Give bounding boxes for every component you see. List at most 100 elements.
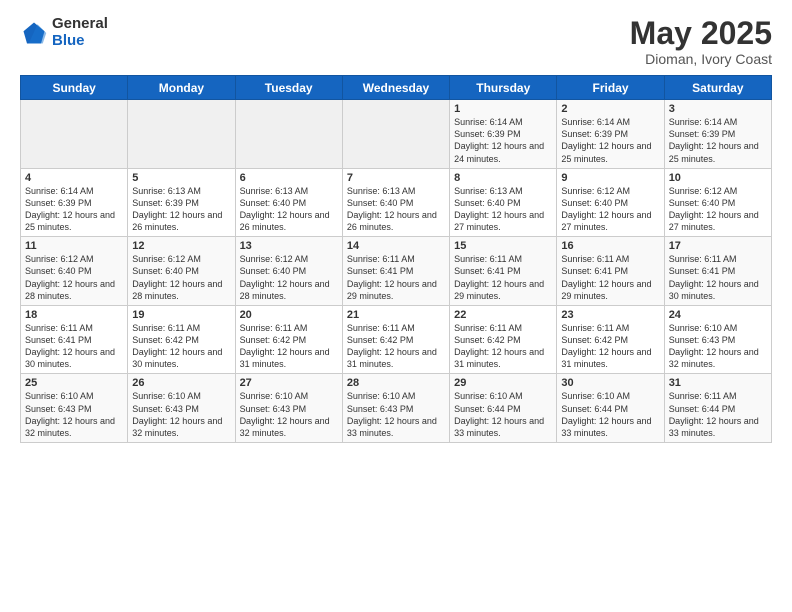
day-number: 28: [347, 377, 445, 389]
day-number: 16: [561, 240, 659, 252]
calendar-body: 1Sunrise: 6:14 AM Sunset: 6:39 PM Daylig…: [21, 100, 772, 443]
day-number: 7: [347, 172, 445, 184]
table-row: 2Sunrise: 6:14 AM Sunset: 6:39 PM Daylig…: [557, 100, 664, 169]
day-number: 31: [669, 377, 767, 389]
day-info: Sunrise: 6:11 AM Sunset: 6:42 PM Dayligh…: [240, 322, 338, 371]
logo-icon: [20, 19, 48, 47]
day-info: Sunrise: 6:13 AM Sunset: 6:40 PM Dayligh…: [240, 185, 338, 234]
day-number: 8: [454, 172, 552, 184]
day-info: Sunrise: 6:10 AM Sunset: 6:44 PM Dayligh…: [454, 390, 552, 439]
day-number: 24: [669, 309, 767, 321]
day-number: 3: [669, 103, 767, 115]
day-number: 4: [25, 172, 123, 184]
day-info: Sunrise: 6:11 AM Sunset: 6:41 PM Dayligh…: [347, 253, 445, 302]
day-info: Sunrise: 6:14 AM Sunset: 6:39 PM Dayligh…: [561, 116, 659, 165]
week-row-4: 25Sunrise: 6:10 AM Sunset: 6:43 PM Dayli…: [21, 374, 772, 443]
table-row: 22Sunrise: 6:11 AM Sunset: 6:42 PM Dayli…: [450, 305, 557, 374]
table-row: [21, 100, 128, 169]
table-row: 18Sunrise: 6:11 AM Sunset: 6:41 PM Dayli…: [21, 305, 128, 374]
day-info: Sunrise: 6:10 AM Sunset: 6:43 PM Dayligh…: [240, 390, 338, 439]
calendar-table: Sunday Monday Tuesday Wednesday Thursday…: [20, 75, 772, 443]
table-row: 12Sunrise: 6:12 AM Sunset: 6:40 PM Dayli…: [128, 237, 235, 306]
table-row: 29Sunrise: 6:10 AM Sunset: 6:44 PM Dayli…: [450, 374, 557, 443]
table-row: 10Sunrise: 6:12 AM Sunset: 6:40 PM Dayli…: [664, 168, 771, 237]
logo: General Blue: [20, 16, 108, 49]
day-info: Sunrise: 6:11 AM Sunset: 6:42 PM Dayligh…: [132, 322, 230, 371]
table-row: 6Sunrise: 6:13 AM Sunset: 6:40 PM Daylig…: [235, 168, 342, 237]
title-block: May 2025 Dioman, Ivory Coast: [630, 16, 772, 67]
day-info: Sunrise: 6:10 AM Sunset: 6:44 PM Dayligh…: [561, 390, 659, 439]
day-number: 27: [240, 377, 338, 389]
day-info: Sunrise: 6:10 AM Sunset: 6:43 PM Dayligh…: [132, 390, 230, 439]
day-info: Sunrise: 6:13 AM Sunset: 6:39 PM Dayligh…: [132, 185, 230, 234]
day-number: 18: [25, 309, 123, 321]
table-row: 14Sunrise: 6:11 AM Sunset: 6:41 PM Dayli…: [342, 237, 449, 306]
table-row: [235, 100, 342, 169]
table-row: 17Sunrise: 6:11 AM Sunset: 6:41 PM Dayli…: [664, 237, 771, 306]
day-number: 25: [25, 377, 123, 389]
table-row: 3Sunrise: 6:14 AM Sunset: 6:39 PM Daylig…: [664, 100, 771, 169]
day-number: 11: [25, 240, 123, 252]
table-row: 27Sunrise: 6:10 AM Sunset: 6:43 PM Dayli…: [235, 374, 342, 443]
col-tuesday: Tuesday: [235, 76, 342, 100]
day-info: Sunrise: 6:14 AM Sunset: 6:39 PM Dayligh…: [669, 116, 767, 165]
col-sunday: Sunday: [21, 76, 128, 100]
day-info: Sunrise: 6:12 AM Sunset: 6:40 PM Dayligh…: [240, 253, 338, 302]
col-thursday: Thursday: [450, 76, 557, 100]
table-row: [128, 100, 235, 169]
day-info: Sunrise: 6:14 AM Sunset: 6:39 PM Dayligh…: [25, 185, 123, 234]
table-row: [342, 100, 449, 169]
col-monday: Monday: [128, 76, 235, 100]
day-number: 15: [454, 240, 552, 252]
day-number: 22: [454, 309, 552, 321]
logo-text: General Blue: [52, 16, 108, 49]
table-row: 25Sunrise: 6:10 AM Sunset: 6:43 PM Dayli…: [21, 374, 128, 443]
day-number: 12: [132, 240, 230, 252]
calendar-header: Sunday Monday Tuesday Wednesday Thursday…: [21, 76, 772, 100]
logo-general-text: General: [52, 16, 108, 33]
table-row: 21Sunrise: 6:11 AM Sunset: 6:42 PM Dayli…: [342, 305, 449, 374]
day-number: 13: [240, 240, 338, 252]
table-row: 4Sunrise: 6:14 AM Sunset: 6:39 PM Daylig…: [21, 168, 128, 237]
table-row: 9Sunrise: 6:12 AM Sunset: 6:40 PM Daylig…: [557, 168, 664, 237]
table-row: 8Sunrise: 6:13 AM Sunset: 6:40 PM Daylig…: [450, 168, 557, 237]
week-row-0: 1Sunrise: 6:14 AM Sunset: 6:39 PM Daylig…: [21, 100, 772, 169]
table-row: 11Sunrise: 6:12 AM Sunset: 6:40 PM Dayli…: [21, 237, 128, 306]
day-number: 21: [347, 309, 445, 321]
day-number: 23: [561, 309, 659, 321]
day-number: 6: [240, 172, 338, 184]
table-row: 28Sunrise: 6:10 AM Sunset: 6:43 PM Dayli…: [342, 374, 449, 443]
day-number: 10: [669, 172, 767, 184]
location: Dioman, Ivory Coast: [630, 51, 772, 67]
day-number: 29: [454, 377, 552, 389]
table-row: 23Sunrise: 6:11 AM Sunset: 6:42 PM Dayli…: [557, 305, 664, 374]
table-row: 19Sunrise: 6:11 AM Sunset: 6:42 PM Dayli…: [128, 305, 235, 374]
table-row: 15Sunrise: 6:11 AM Sunset: 6:41 PM Dayli…: [450, 237, 557, 306]
day-number: 5: [132, 172, 230, 184]
day-info: Sunrise: 6:13 AM Sunset: 6:40 PM Dayligh…: [454, 185, 552, 234]
month-title: May 2025: [630, 16, 772, 51]
day-info: Sunrise: 6:11 AM Sunset: 6:42 PM Dayligh…: [561, 322, 659, 371]
day-number: 20: [240, 309, 338, 321]
day-info: Sunrise: 6:12 AM Sunset: 6:40 PM Dayligh…: [25, 253, 123, 302]
table-row: 31Sunrise: 6:11 AM Sunset: 6:44 PM Dayli…: [664, 374, 771, 443]
table-row: 24Sunrise: 6:10 AM Sunset: 6:43 PM Dayli…: [664, 305, 771, 374]
table-row: 20Sunrise: 6:11 AM Sunset: 6:42 PM Dayli…: [235, 305, 342, 374]
page: General Blue May 2025 Dioman, Ivory Coas…: [0, 0, 792, 612]
day-info: Sunrise: 6:10 AM Sunset: 6:43 PM Dayligh…: [25, 390, 123, 439]
day-info: Sunrise: 6:11 AM Sunset: 6:42 PM Dayligh…: [347, 322, 445, 371]
header: General Blue May 2025 Dioman, Ivory Coas…: [20, 16, 772, 67]
table-row: 26Sunrise: 6:10 AM Sunset: 6:43 PM Dayli…: [128, 374, 235, 443]
day-info: Sunrise: 6:11 AM Sunset: 6:42 PM Dayligh…: [454, 322, 552, 371]
day-number: 14: [347, 240, 445, 252]
day-info: Sunrise: 6:14 AM Sunset: 6:39 PM Dayligh…: [454, 116, 552, 165]
day-info: Sunrise: 6:13 AM Sunset: 6:40 PM Dayligh…: [347, 185, 445, 234]
day-info: Sunrise: 6:11 AM Sunset: 6:44 PM Dayligh…: [669, 390, 767, 439]
day-number: 19: [132, 309, 230, 321]
table-row: 13Sunrise: 6:12 AM Sunset: 6:40 PM Dayli…: [235, 237, 342, 306]
col-wednesday: Wednesday: [342, 76, 449, 100]
header-row: Sunday Monday Tuesday Wednesday Thursday…: [21, 76, 772, 100]
col-friday: Friday: [557, 76, 664, 100]
day-info: Sunrise: 6:12 AM Sunset: 6:40 PM Dayligh…: [669, 185, 767, 234]
day-info: Sunrise: 6:11 AM Sunset: 6:41 PM Dayligh…: [669, 253, 767, 302]
